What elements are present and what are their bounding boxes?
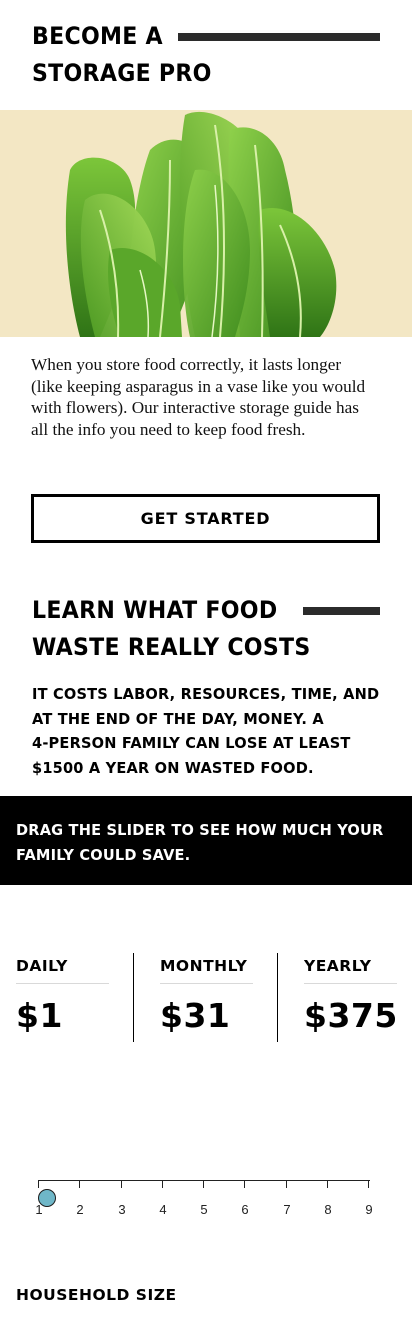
slider-tick: [286, 1180, 287, 1188]
household-size-label: HOUSEHOLD SIZE: [16, 1286, 177, 1304]
stat-daily: DAILY $1: [16, 953, 132, 1043]
cost-description-line: AT THE END OF THE DAY, MONEY. A: [32, 709, 324, 728]
heading-line-1: BECOME A: [32, 22, 163, 50]
stat-value: $1: [16, 996, 63, 1035]
slider-tick: [368, 1180, 369, 1188]
stat-label: YEARLY: [304, 953, 397, 984]
stat-monthly: MONTHLY $31: [160, 953, 276, 1043]
slider-tick-label: 6: [241, 1202, 249, 1217]
heading-line-2: WASTE REALLY COSTS: [32, 633, 311, 661]
get-started-button[interactable]: GET STARTED: [31, 494, 380, 543]
slider-tick-label: 4: [159, 1202, 167, 1217]
cost-description: IT COSTS LABOR, RESOURCES, TIME, AND AT …: [32, 682, 382, 780]
stat-divider: [133, 953, 134, 1042]
stat-label: MONTHLY: [160, 953, 253, 984]
section-heading-costs: LEARN WHAT FOOD WASTE REALLY COSTS: [32, 592, 380, 666]
slider-tick: [121, 1180, 122, 1188]
slider-tick-label: 2: [76, 1202, 84, 1217]
heading-rule: [302, 606, 380, 615]
leafy-greens-illustration: [65, 111, 337, 337]
stat-value: $375: [304, 996, 398, 1035]
slider-tick-label: 7: [283, 1202, 291, 1217]
slider-instruction-banner: DRAG THE SLIDER TO SEE HOW MUCH YOUR FAM…: [0, 796, 412, 885]
stat-divider: [277, 953, 278, 1042]
slider-tick: [203, 1180, 204, 1188]
cost-description-line: $1500 A YEAR ON WASTED FOOD.: [32, 758, 314, 777]
slider-tick: [244, 1180, 245, 1188]
slider-tick-label: 8: [324, 1202, 332, 1217]
banner-line: FAMILY COULD SAVE.: [16, 846, 191, 864]
slider-track[interactable]: [38, 1180, 370, 1181]
slider-tick-label: 9: [365, 1202, 373, 1217]
slider-tick: [162, 1180, 163, 1188]
slider-tick: [79, 1180, 80, 1188]
banner-line: DRAG THE SLIDER TO SEE HOW MUCH YOUR: [16, 821, 384, 839]
cost-description-line: IT COSTS LABOR, RESOURCES, TIME, AND: [32, 685, 380, 703]
hero-image: [0, 110, 412, 337]
cost-description-line: 4-PERSON FAMILY CAN LOSE AT LEAST: [32, 734, 351, 753]
heading-line-2: STORAGE PRO: [32, 59, 212, 87]
slider-tick: [327, 1180, 328, 1188]
heading-line-1: LEARN WHAT FOOD: [32, 596, 278, 624]
slider-tick-label: 5: [200, 1202, 208, 1217]
slider-thumb[interactable]: [38, 1189, 56, 1207]
slider-tick: [38, 1180, 39, 1188]
slider-tick-label: 3: [118, 1202, 126, 1217]
household-size-slider[interactable]: 123456789: [35, 1178, 373, 1218]
heading-rule: [178, 32, 380, 41]
stat-value: $31: [160, 996, 231, 1035]
section-heading-storage: BECOME A STORAGE PRO: [32, 18, 380, 92]
stat-label: DAILY: [16, 953, 109, 984]
intro-paragraph: When you store food correctly, it lasts …: [31, 355, 366, 439]
stat-yearly: YEARLY $375: [304, 953, 412, 1043]
